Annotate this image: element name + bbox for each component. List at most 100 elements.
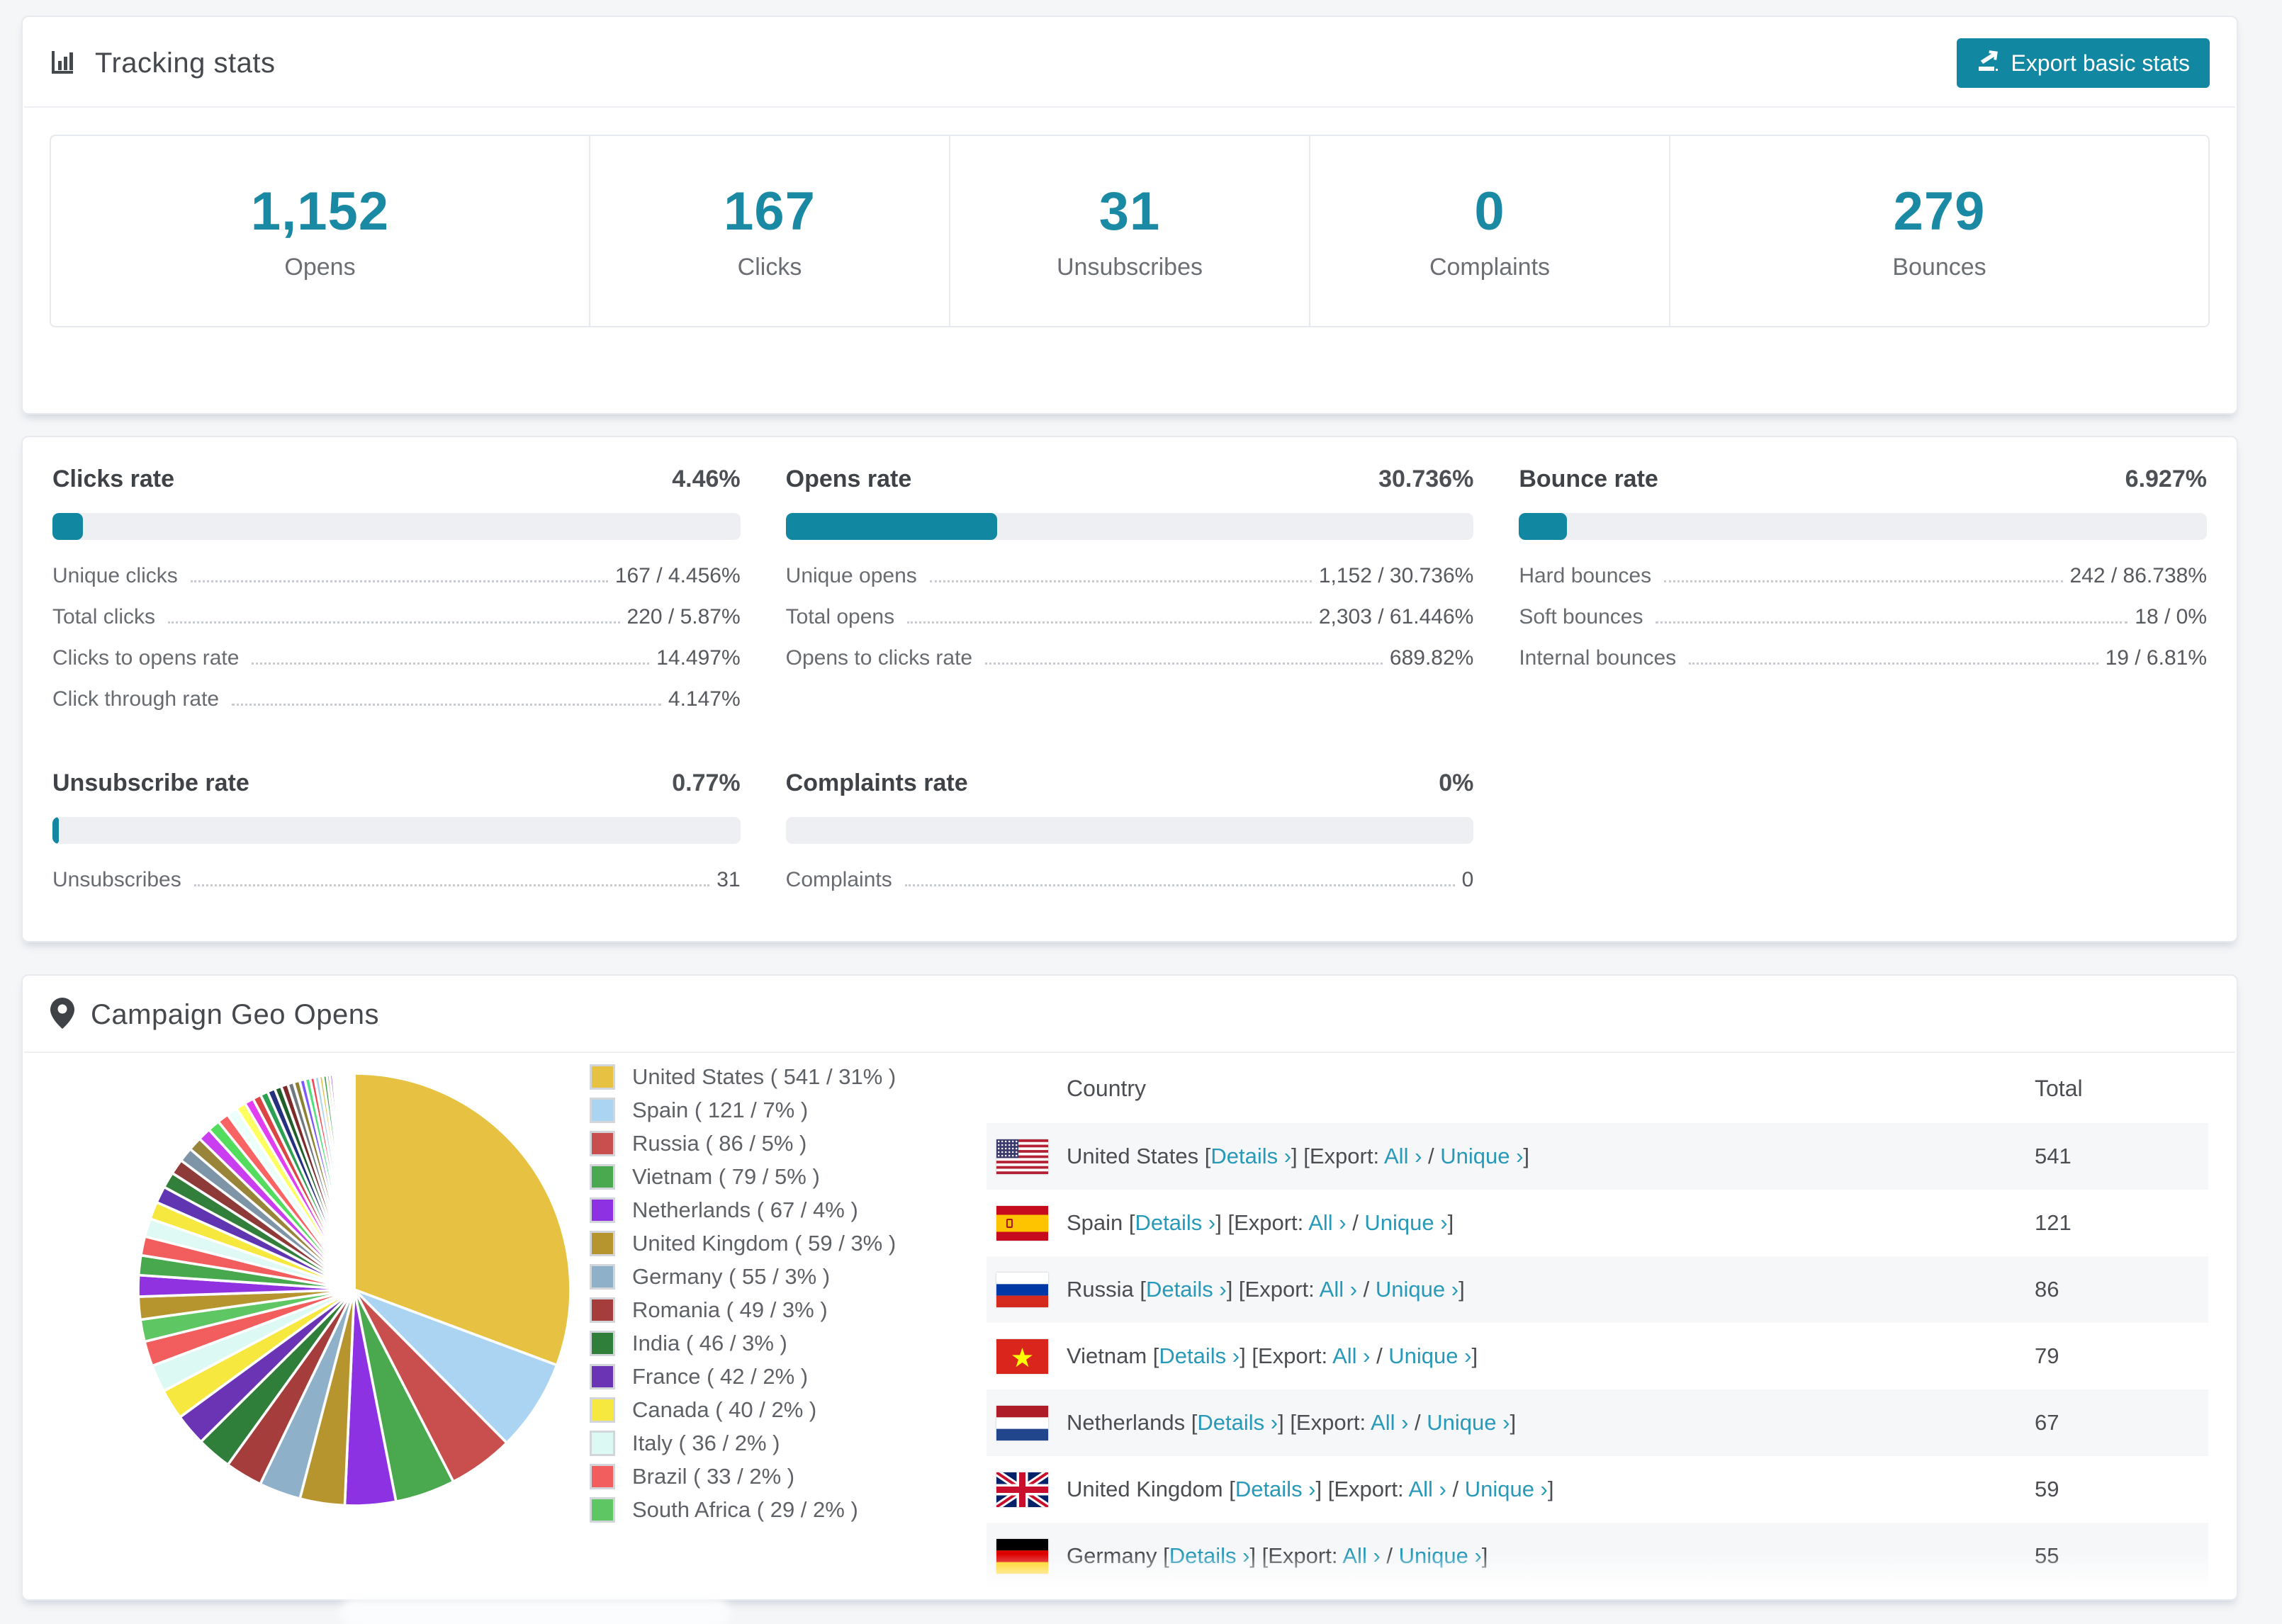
details-link[interactable]: Details ›: [1197, 1410, 1278, 1435]
export-unique-link[interactable]: Unique ›: [1440, 1144, 1523, 1168]
progress-bar-fill: [52, 817, 59, 844]
legend-item[interactable]: Canada ( 40 / 2% ): [590, 1397, 987, 1423]
details-link[interactable]: Details ›: [1210, 1144, 1291, 1168]
geo-section-title: Campaign Geo Opens: [91, 999, 380, 1030]
legend-item[interactable]: India ( 46 / 3% ): [590, 1331, 987, 1356]
details-link[interactable]: Details ›: [1235, 1477, 1316, 1501]
stat-label: Unsubscribes: [1057, 254, 1203, 281]
table-row-vn: Vietnam [Details ›] [Export: All › / Uni…: [987, 1323, 2208, 1389]
legend-item[interactable]: Italy ( 36 / 2% ): [590, 1431, 987, 1456]
dotted-leader: [232, 704, 661, 706]
export-unique-link[interactable]: Unique ›: [1465, 1477, 1548, 1501]
legend-item[interactable]: South Africa ( 29 / 2% ): [590, 1497, 987, 1523]
legend-swatch: [590, 1131, 615, 1156]
total-cell: 86: [2035, 1277, 2059, 1302]
export-all-link[interactable]: All ›: [1342, 1543, 1380, 1568]
rate-row: Unsubscribes 31: [52, 868, 741, 892]
rate-row: Soft bounces 18 / 0%: [1519, 605, 2207, 629]
export-unique-link[interactable]: Unique ›: [1388, 1343, 1471, 1368]
geo-pie-chart: [23, 1053, 590, 1516]
rate-row-value: 689.82%: [1389, 646, 1474, 670]
rate-row: Hard bounces 242 / 86.738%: [1519, 564, 2207, 588]
dotted-leader: [1656, 621, 2128, 624]
export-unique-link[interactable]: Unique ›: [1399, 1543, 1482, 1568]
legend-item[interactable]: Romania ( 49 / 3% ): [590, 1297, 987, 1323]
details-link[interactable]: Details ›: [1135, 1210, 1216, 1235]
column-header-country: Country: [1067, 1076, 1147, 1101]
legend-swatch: [590, 1464, 615, 1489]
export-unique-link[interactable]: Unique ›: [1364, 1210, 1447, 1235]
rate-value: 0.77%: [672, 769, 741, 796]
rate-row-label: Internal bounces: [1519, 646, 1677, 670]
stat-value: 167: [724, 181, 816, 242]
table-row-gb: United Kingdom [Details ›] [Export: All …: [987, 1456, 2208, 1523]
rate-rows: Unsubscribes 31: [52, 868, 741, 892]
rate-rows: Unique clicks 167 / 4.456% Total clicks 220…: [52, 564, 741, 711]
rate-row-label: Click through rate: [52, 687, 220, 711]
details-link[interactable]: Details ›: [1169, 1543, 1250, 1568]
stat-cell-complaints: 0 Complaints: [1310, 136, 1670, 326]
rate-row-label: Soft bounces: [1519, 605, 1643, 628]
rate-value: 0%: [1439, 769, 1474, 796]
export-unique-link[interactable]: Unique ›: [1376, 1277, 1458, 1302]
rate-row: Clicks to opens rate 14.497%: [52, 646, 741, 670]
legend-item[interactable]: Germany ( 55 / 3% ): [590, 1264, 987, 1290]
dotted-leader: [168, 621, 620, 624]
legend-item[interactable]: Spain ( 121 / 7% ): [590, 1098, 987, 1123]
export-all-link[interactable]: All ›: [1332, 1343, 1370, 1368]
stats-summary-strip: 1,152 Opens 167 Clicks 31 Unsubscribes 0 Compla…: [50, 135, 2210, 327]
rate-row-label: Opens to clicks rate: [785, 646, 973, 670]
rate-row-label: Total clicks: [52, 605, 156, 628]
rate-row-value: 242 / 86.738%: [2069, 564, 2208, 587]
export-basic-stats-button[interactable]: Export basic stats: [1957, 38, 2210, 88]
legend-item[interactable]: Netherlands ( 67 / 4% ): [590, 1197, 987, 1223]
legend-item[interactable]: Brazil ( 33 / 2% ): [590, 1464, 987, 1489]
legend-swatch: [590, 1397, 615, 1423]
table-row-ru: Russia [Details ›] [Export: All › / Uniq…: [987, 1256, 2208, 1323]
legend-swatch: [590, 1064, 615, 1090]
bottom-scroll-glare: [340, 1598, 730, 1624]
details-link[interactable]: Details ›: [1146, 1277, 1227, 1302]
export-button-label: Export basic stats: [2011, 50, 2190, 76]
export-all-link[interactable]: All ›: [1371, 1410, 1408, 1435]
rate-row-value: 31: [716, 868, 741, 891]
map-pin-icon: [50, 997, 75, 1033]
legend-label: United States ( 541 / 31% ): [632, 1064, 896, 1089]
dotted-leader: [907, 621, 1312, 624]
progress-bar-track: [785, 817, 1474, 844]
rate-title: Complaints rate: [785, 769, 968, 796]
rates-grid: Clicks rate 4.46% Unique clicks 167 / 4.456…: [23, 437, 2237, 937]
rate-row-label: Hard bounces: [1519, 564, 1652, 587]
table-row-us: United States [Details ›] [Export: All ›…: [987, 1123, 2208, 1190]
legend-item[interactable]: United States ( 541 / 31% ): [590, 1064, 987, 1090]
details-link[interactable]: Details ›: [1159, 1343, 1240, 1368]
rate-title: Bounce rate: [1519, 466, 1658, 492]
total-cell: 79: [2035, 1343, 2059, 1368]
campaign-geo-opens-card: Campaign Geo Opens United States ( 541 /…: [21, 974, 2238, 1601]
tracking-stats-card: Tracking stats Export basic stats 1,152 O…: [21, 16, 2238, 415]
export-unique-link[interactable]: Unique ›: [1427, 1410, 1510, 1435]
rate-row-value: 4.147%: [668, 687, 741, 711]
rate-rows: Complaints 0: [786, 868, 1474, 892]
export-all-link[interactable]: All ›: [1408, 1477, 1446, 1501]
legend-label: Vietnam ( 79 / 5% ): [632, 1164, 820, 1189]
legend-item[interactable]: United Kingdom ( 59 / 3% ): [590, 1231, 987, 1256]
export-all-link[interactable]: All ›: [1384, 1144, 1422, 1168]
progress-bar-track: [52, 817, 741, 844]
table-row-nl: Netherlands [Details ›] [Export: All › /…: [987, 1389, 2208, 1456]
legend-swatch: [590, 1264, 615, 1290]
rate-row-value: 0: [1461, 868, 1474, 891]
us-flag-icon: [996, 1139, 1048, 1174]
legend-item[interactable]: France ( 42 / 2% ): [590, 1364, 987, 1389]
rate-row-value: 14.497%: [656, 646, 741, 670]
legend-label: Russia ( 86 / 5% ): [632, 1131, 807, 1156]
export-icon: [1977, 49, 1999, 77]
legend-item[interactable]: Vietnam ( 79 / 5% ): [590, 1164, 987, 1190]
export-all-link[interactable]: All ›: [1308, 1210, 1346, 1235]
rate-row: Unique clicks 167 / 4.456%: [52, 564, 741, 588]
rate-row-value: 19 / 6.81%: [2105, 646, 2207, 670]
export-all-link[interactable]: All ›: [1320, 1277, 1357, 1302]
country-cell: Spain [Details ›] [Export: All › / Uniqu…: [1067, 1210, 1454, 1235]
dotted-leader: [1664, 580, 2063, 582]
legend-item[interactable]: Russia ( 86 / 5% ): [590, 1131, 987, 1156]
